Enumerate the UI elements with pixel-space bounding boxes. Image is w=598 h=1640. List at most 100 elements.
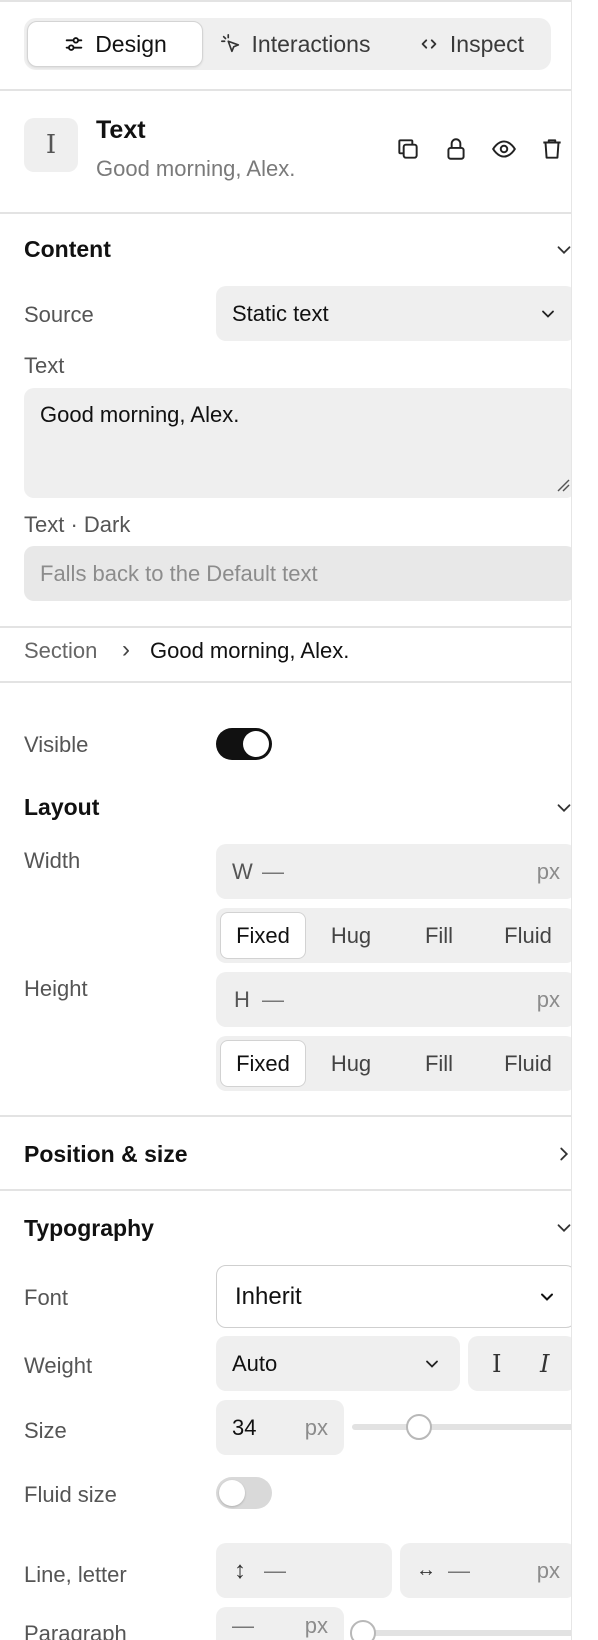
paragraph-unit: px	[304, 1613, 328, 1638]
content-section-title: Content	[24, 236, 111, 262]
chevron-down-icon	[426, 1360, 438, 1368]
breadcrumb-current: Good morning, Alex.	[150, 638, 350, 663]
width-label: Width	[24, 848, 81, 873]
chevron-down-icon[interactable]	[553, 1217, 572, 1239]
visible-label: Visible	[24, 732, 89, 757]
line-height-input[interactable]: ↕ —	[216, 1543, 392, 1598]
normal-style-icon[interactable]: I	[492, 1350, 501, 1378]
size-slider-handle[interactable]	[406, 1414, 433, 1440]
chevron-down-icon[interactable]	[553, 797, 572, 819]
text-dark-input[interactable]: Falls back to the Default text	[24, 546, 571, 601]
width-value: —	[262, 858, 284, 884]
tab-design-label: Design	[95, 30, 167, 57]
paragraph-value: —	[232, 1613, 254, 1638]
position-size-section-title[interactable]: Position & size	[24, 1141, 188, 1168]
divider	[0, 1189, 571, 1191]
italic-style-icon[interactable]: I	[540, 1350, 549, 1378]
layout-section-title: Layout	[24, 794, 100, 820]
paragraph-slider-handle[interactable]	[350, 1620, 376, 1640]
chevron-down-icon	[541, 1293, 553, 1301]
size-input[interactable]: 34 px	[216, 1400, 344, 1455]
tab-design[interactable]: Design	[27, 21, 203, 67]
height-mode-fixed[interactable]: Fixed	[220, 1040, 306, 1087]
fluid-size-toggle[interactable]	[216, 1477, 272, 1509]
weight-label: Weight	[24, 1353, 93, 1378]
duplicate-icon[interactable]	[395, 136, 421, 162]
height-mode-fluid[interactable]: Fluid	[484, 1040, 571, 1087]
width-mode-fill[interactable]: Fill	[396, 912, 482, 959]
fluid-size-label: Fluid size	[24, 1482, 117, 1507]
letter-spacing-unit: px	[536, 1557, 560, 1583]
width-prefix: W	[232, 858, 253, 884]
font-value: Inherit	[235, 1282, 302, 1310]
divider	[0, 89, 571, 91]
source-label: Source	[24, 302, 94, 327]
tab-interactions-label: Interactions	[251, 30, 371, 57]
text-input[interactable]: Good morning, Alex.	[24, 388, 571, 498]
size-unit: px	[304, 1414, 328, 1440]
size-label: Size	[24, 1418, 67, 1443]
tab-interactions[interactable]: Interactions	[210, 21, 380, 67]
divider	[0, 212, 571, 214]
code-icon	[421, 39, 437, 49]
top-divider	[0, 0, 571, 2]
line-height-icon: ↕	[234, 1556, 246, 1584]
height-input[interactable]: H — px	[216, 972, 571, 1027]
paragraph-slider-track[interactable]	[352, 1630, 571, 1636]
height-label: Height	[24, 976, 88, 1001]
font-label: Font	[24, 1285, 69, 1310]
breadcrumb-parent[interactable]: Section	[24, 638, 97, 664]
divider	[0, 1115, 571, 1117]
width-input[interactable]: W — px	[216, 844, 571, 899]
size-slider-track[interactable]	[352, 1424, 571, 1430]
paragraph-input[interactable]: — px	[216, 1607, 344, 1640]
width-mode-hug[interactable]: Hug	[308, 912, 394, 959]
typography-section-title: Typography	[24, 1215, 154, 1241]
breadcrumb-separator: ›	[122, 636, 130, 663]
letter-spacing-input[interactable]: ↔ — px	[400, 1543, 571, 1598]
letter-spacing-value: —	[448, 1557, 470, 1583]
toggle-knob	[219, 1480, 245, 1506]
divider	[0, 681, 571, 683]
size-value: 34	[232, 1414, 257, 1440]
height-mode-hug[interactable]: Hug	[308, 1040, 394, 1087]
font-select[interactable]: Inherit	[216, 1265, 571, 1328]
text-label: Text	[24, 353, 65, 378]
weight-select[interactable]: Auto	[216, 1336, 460, 1391]
chevron-down-icon[interactable]	[553, 239, 572, 261]
divider	[0, 626, 571, 628]
visible-toggle[interactable]	[216, 728, 272, 760]
chevron-right-icon[interactable]	[553, 1143, 572, 1165]
height-mode-fill[interactable]: Fill	[396, 1040, 482, 1087]
source-value: Static text	[232, 300, 329, 326]
text-style-group: I I	[468, 1336, 571, 1391]
lock-icon[interactable]	[443, 136, 469, 162]
tab-inspect[interactable]: Inspect	[396, 21, 546, 67]
letter-spacing-icon: ↔	[416, 1559, 436, 1581]
height-value: —	[262, 986, 284, 1012]
text-dark-label: Text · Dark	[24, 512, 131, 537]
element-subtitle: Good morning, Alex.	[96, 156, 296, 181]
line-height-value: —	[264, 1557, 286, 1583]
text-dark-placeholder: Falls back to the Default text	[40, 560, 318, 586]
properties-panel: Design Interactions Inspect I Text Good …	[0, 0, 572, 1640]
width-mode-fixed[interactable]: Fixed	[220, 912, 306, 959]
text-input-value: Good morning, Alex.	[40, 402, 240, 427]
width-mode-segmented: Fixed Hug Fill Fluid	[216, 908, 571, 963]
height-mode-segmented: Fixed Hug Fill Fluid	[216, 1036, 571, 1091]
width-mode-fluid[interactable]: Fluid	[484, 912, 571, 959]
weight-value: Auto	[232, 1350, 278, 1376]
chevron-down-icon	[542, 310, 554, 318]
source-select[interactable]: Static text	[216, 286, 571, 341]
trash-icon[interactable]	[539, 136, 565, 162]
tab-inspect-label: Inspect	[449, 30, 525, 57]
width-unit: px	[536, 858, 560, 884]
eye-icon[interactable]	[491, 136, 517, 162]
panel-tabs: Design Interactions Inspect	[24, 18, 551, 70]
height-unit: px	[536, 986, 560, 1012]
sliders-icon	[65, 37, 83, 51]
paragraph-label: Paragraph	[24, 1621, 127, 1640]
element-title: Text	[96, 116, 146, 144]
line-letter-label: Line, letter	[24, 1562, 127, 1587]
resize-handle-icon[interactable]	[556, 478, 570, 492]
